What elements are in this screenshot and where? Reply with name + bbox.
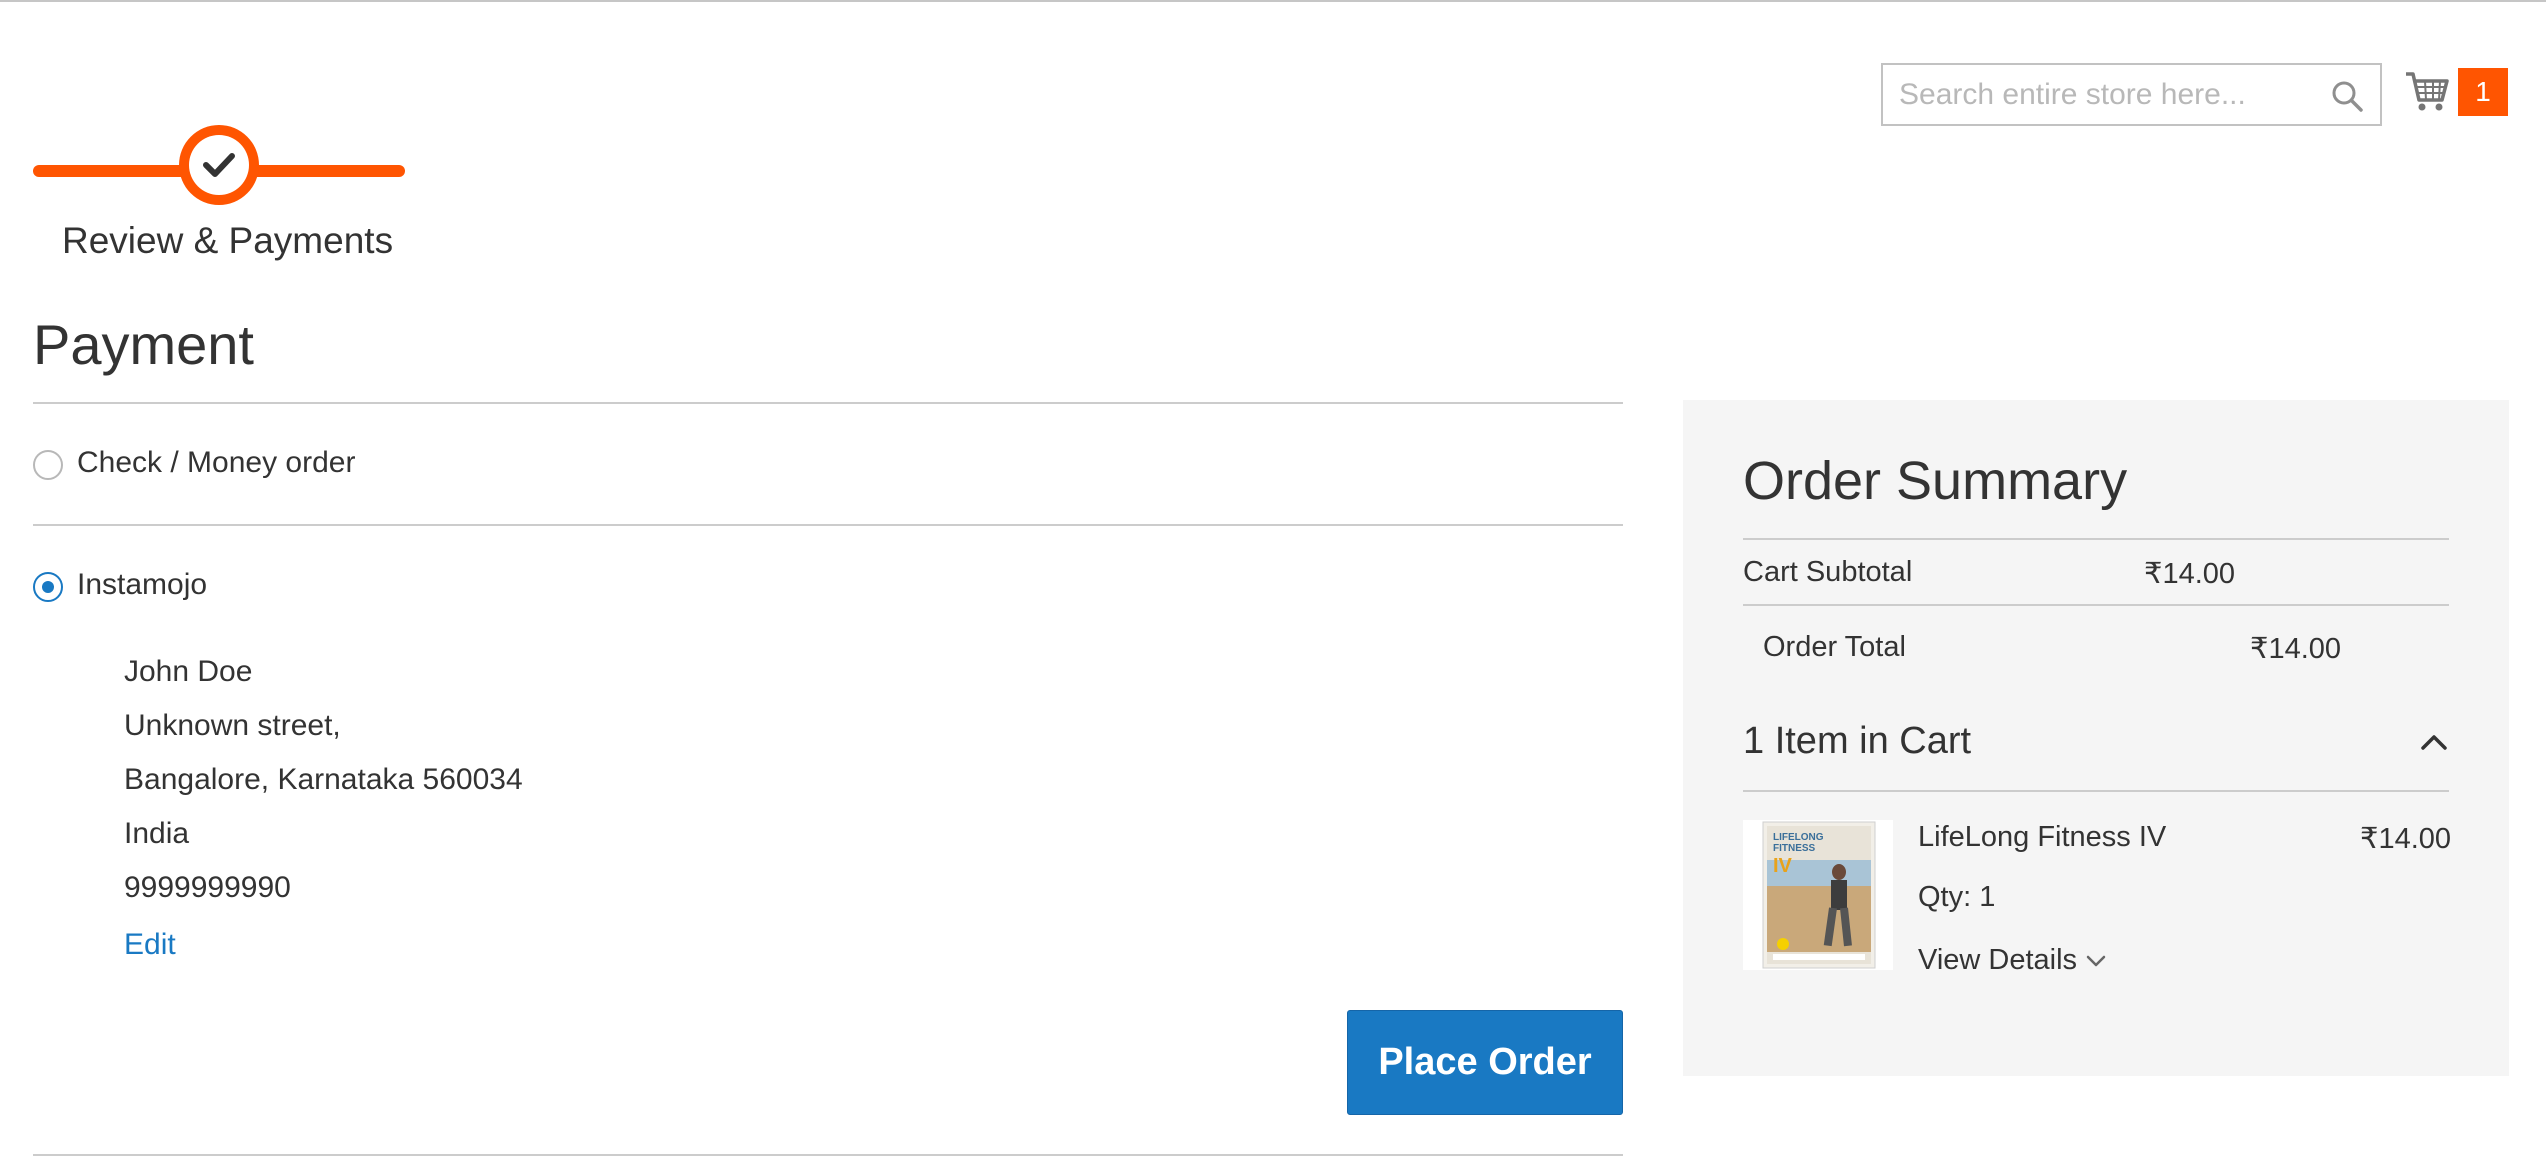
page-title: Payment bbox=[33, 313, 254, 376]
divider bbox=[33, 402, 1623, 404]
product-name[interactable]: LifeLong Fitness IV bbox=[1918, 821, 2166, 854]
order-total-value: ₹14.00 bbox=[2250, 633, 2342, 665]
view-details-toggle[interactable]: View Details bbox=[1918, 944, 2107, 977]
divider bbox=[33, 524, 1623, 526]
chevron-down-icon bbox=[2086, 956, 2106, 967]
payment-method-instamojo-radio[interactable] bbox=[33, 572, 63, 602]
payment-method-instamojo-label[interactable]: Instamojo bbox=[77, 568, 207, 602]
top-border bbox=[0, 0, 2546, 2]
product-qty: Qty: 1 bbox=[1918, 881, 1996, 913]
divider bbox=[1743, 538, 2449, 540]
cart-subtotal-value: ₹14.00 bbox=[2144, 558, 2236, 590]
chevron-up-icon[interactable] bbox=[2420, 732, 2448, 752]
edit-address-link[interactable]: Edit bbox=[124, 928, 176, 962]
divider bbox=[1743, 790, 2449, 792]
checkmark-icon bbox=[199, 145, 239, 185]
cart-icon[interactable] bbox=[2404, 68, 2450, 114]
place-order-button[interactable]: Place Order bbox=[1347, 1010, 1623, 1115]
svg-text:LIFELONG: LIFELONG bbox=[1773, 832, 1824, 843]
divider bbox=[1743, 604, 2449, 606]
billing-address-name: John Doe bbox=[124, 655, 253, 688]
search-icon[interactable] bbox=[2330, 79, 2364, 113]
product-thumbnail[interactable]: LIFELONG FITNESS IV bbox=[1743, 820, 1893, 970]
svg-text:FITNESS: FITNESS bbox=[1773, 843, 1816, 854]
product-price: ₹14.00 bbox=[2360, 823, 2452, 855]
divider bbox=[33, 1154, 1623, 1156]
search-box[interactable] bbox=[1881, 63, 2382, 126]
progress-step-label: Review & Payments bbox=[62, 220, 394, 261]
payment-method-check-radio[interactable] bbox=[33, 450, 63, 480]
items-in-cart-toggle[interactable]: 1 Item in Cart bbox=[1743, 720, 1971, 763]
billing-address-country: India bbox=[124, 817, 190, 850]
payment-method-check-label[interactable]: Check / Money order bbox=[77, 446, 355, 480]
billing-address-street: Unknown street, bbox=[124, 709, 341, 742]
view-details-label: View Details bbox=[1918, 944, 2078, 976]
cart-subtotal-label: Cart Subtotal bbox=[1743, 556, 1913, 588]
svg-text:IV: IV bbox=[1773, 855, 1793, 877]
order-total-label: Order Total bbox=[1763, 631, 1906, 663]
billing-address-phone: 9999999990 bbox=[124, 871, 291, 904]
progress-step-marker bbox=[179, 125, 259, 205]
order-summary-title: Order Summary bbox=[1743, 451, 2128, 511]
order-summary: Order Summary Cart Subtotal ₹14.00 Order… bbox=[1683, 400, 2509, 1076]
search-input[interactable] bbox=[1899, 65, 2319, 124]
billing-address-city: Bangalore, Karnataka 560034 bbox=[124, 763, 523, 796]
minicart[interactable]: 1 bbox=[2404, 66, 2508, 116]
cart-count-badge[interactable]: 1 bbox=[2458, 68, 2508, 116]
